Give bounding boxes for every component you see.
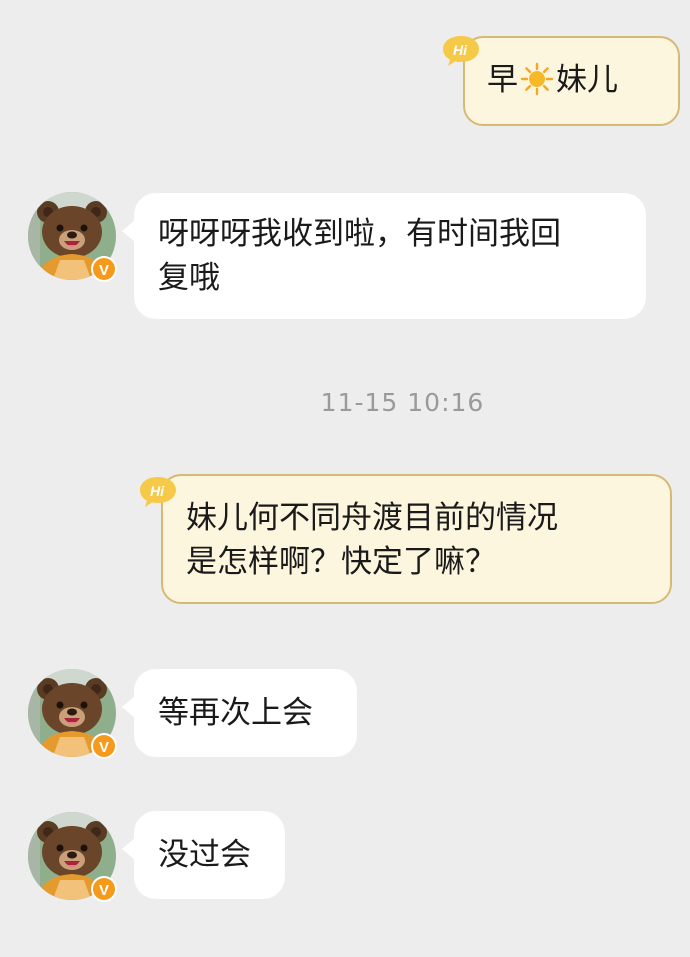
verified-badge-icon: V: [99, 739, 109, 756]
bear-avatar[interactable]: V: [26, 810, 118, 902]
timestamp: 11-15 10:16: [320, 388, 485, 417]
verified-badge-icon: V: [99, 262, 109, 279]
message-text: 早 妹儿: [487, 58, 618, 102]
sun-icon: [520, 62, 554, 96]
message-line: 没过会: [158, 837, 251, 873]
svg-text:Hi: Hi: [150, 483, 165, 499]
message-bubble-incoming[interactable]: 呀呀呀我收到啦，有时间我回 复哦: [122, 193, 646, 319]
bear-avatar[interactable]: V: [26, 190, 118, 282]
hi-badge-icon: Hi: [140, 477, 176, 507]
message-line: 等再次上会: [158, 695, 313, 731]
svg-text:Hi: Hi: [453, 42, 468, 58]
message-line: 妹儿何不同舟渡目前的情况: [186, 500, 558, 536]
message-line: 复哦: [158, 260, 220, 296]
message-bubble-incoming[interactable]: 没过会: [122, 811, 285, 899]
bear-avatar[interactable]: V: [26, 667, 118, 759]
message-text-part: 妹儿: [556, 62, 618, 98]
message-text: 呀呀呀我收到啦，有时间我回 复哦: [158, 212, 561, 300]
message-text: 妹儿何不同舟渡目前的情况 是怎样啊？快定了嘛？: [186, 496, 558, 584]
hi-badge-icon: Hi: [443, 36, 479, 66]
message-text: 等再次上会: [158, 691, 313, 735]
message-line: 是怎样啊？快定了嘛？: [186, 544, 496, 580]
message-bubble-outgoing[interactable]: 早 妹儿: [463, 36, 680, 126]
message-text-part: 早: [487, 62, 518, 98]
chat-view[interactable]: 早 妹儿 Hi V 呀呀呀我收到啦，有时间我回 复哦 11-15 10:16 妹…: [0, 0, 690, 957]
verified-badge-icon: V: [99, 882, 109, 899]
message-line: 呀呀呀我收到啦，有时间我回: [158, 216, 561, 252]
message-text: 没过会: [158, 833, 251, 877]
message-bubble-outgoing[interactable]: 妹儿何不同舟渡目前的情况 是怎样啊？快定了嘛？: [161, 474, 672, 604]
message-bubble-incoming[interactable]: 等再次上会: [122, 669, 357, 757]
